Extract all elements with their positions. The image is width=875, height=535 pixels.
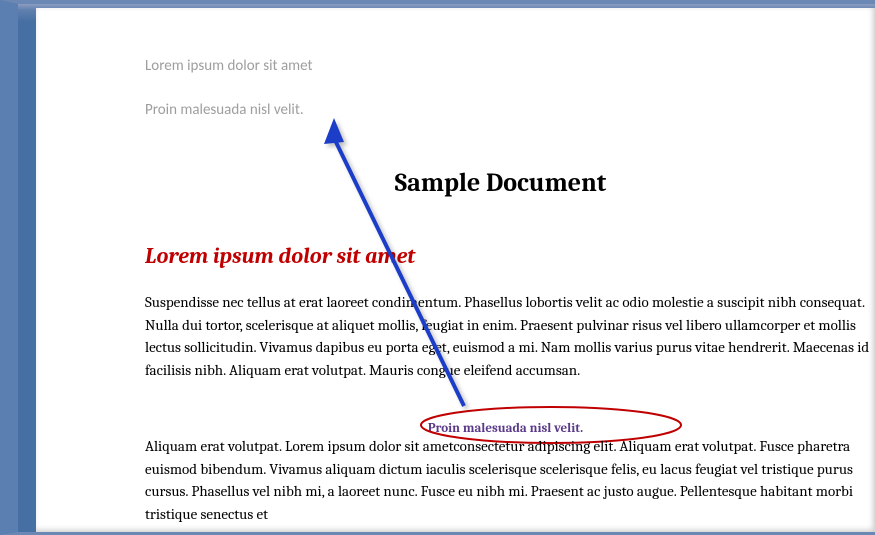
body-paragraph-1[interactable]: Suspendisse nec tellus at erat laoreet c…: [145, 291, 875, 381]
word-window-frame: Lorem ipsum dolor sit amet Proin malesua…: [0, 0, 875, 535]
document-title[interactable]: Sample Document: [36, 168, 875, 198]
callout-text[interactable]: Proin malesuada nisl velit.: [36, 421, 875, 436]
document-page[interactable]: Lorem ipsum dolor sit amet Proin malesua…: [36, 8, 875, 532]
page-header-line-1[interactable]: Lorem ipsum dolor sit amet: [145, 57, 313, 75]
heading-1[interactable]: Lorem ipsum dolor sit amet: [145, 243, 415, 269]
page-header-line-2[interactable]: Proin malesuada nisl velit.: [145, 101, 304, 119]
body-paragraph-2[interactable]: Aliquam erat volutpat. Lorem ipsum dolor…: [145, 435, 875, 525]
